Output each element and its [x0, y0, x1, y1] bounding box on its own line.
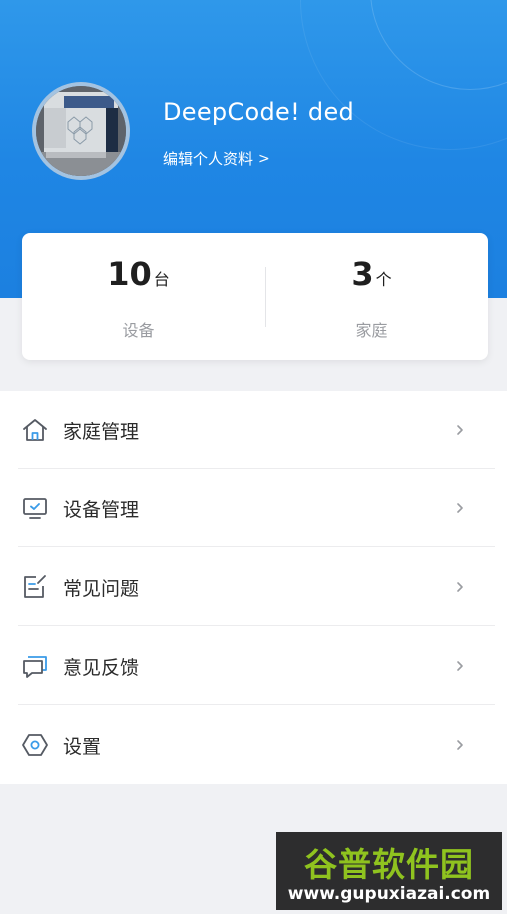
- watermark-title: 谷普软件园: [304, 845, 474, 884]
- edit-profile-link[interactable]: 编辑个人资料 >: [163, 148, 270, 169]
- chevron-right-icon: [453, 580, 467, 594]
- chevron-right-icon: >: [258, 150, 270, 167]
- watermark: 谷普软件园 www.gupuxiazai.com: [276, 832, 502, 910]
- menu-item-label: 设备管理: [63, 498, 140, 521]
- chevron-right-icon: [453, 501, 467, 515]
- menu-item-faq[interactable]: 常见问题: [0, 548, 507, 626]
- menu-item-label: 家庭管理: [63, 420, 140, 443]
- menu-item-label: 意见反馈: [63, 656, 140, 679]
- watermark-url: www.gupuxiazai.com: [287, 884, 491, 904]
- stat-value-line: 3 个: [255, 255, 488, 293]
- menu-divider: [18, 625, 495, 626]
- stat-unit: 台: [153, 270, 170, 289]
- stats-card: 10 台 设备 3 个 家庭: [22, 233, 488, 360]
- stat-value: 10: [107, 255, 152, 293]
- stat-value-line: 10 台: [22, 255, 255, 293]
- monitor-icon: [21, 494, 49, 522]
- chevron-right-icon: [453, 659, 467, 673]
- home-icon: [21, 416, 49, 444]
- settings-hexagon-icon: [21, 731, 49, 759]
- faq-note-icon: [21, 573, 49, 601]
- menu-item-settings[interactable]: 设置: [0, 706, 507, 784]
- avatar-photo: [36, 86, 126, 176]
- menu-item-device-management[interactable]: 设备管理: [0, 469, 507, 547]
- menu-item-label: 设置: [63, 735, 102, 758]
- stat-label: 设备: [122, 321, 155, 340]
- chevron-right-icon: [453, 738, 467, 752]
- menu-divider: [18, 704, 495, 705]
- menu-item-feedback[interactable]: 意见反馈: [0, 627, 507, 705]
- username: DeepCode! ded: [163, 98, 355, 126]
- stat-value: 3: [351, 255, 374, 293]
- stat-families[interactable]: 3 个 家庭: [255, 233, 488, 360]
- menu-divider: [18, 546, 495, 547]
- menu-list: 家庭管理 设备管理 常见问题 意见反馈 设置: [0, 391, 507, 784]
- menu-item-label: 常见问题: [63, 577, 140, 600]
- chat-bubble-icon: [21, 652, 49, 680]
- chevron-right-icon: [453, 423, 467, 437]
- menu-item-family-management[interactable]: 家庭管理: [0, 391, 507, 469]
- avatar[interactable]: [32, 82, 130, 180]
- edit-profile-label: 编辑个人资料: [163, 150, 254, 168]
- stat-devices[interactable]: 10 台 设备: [22, 233, 255, 360]
- stat-unit: 个: [375, 270, 392, 289]
- stat-label: 家庭: [355, 321, 388, 340]
